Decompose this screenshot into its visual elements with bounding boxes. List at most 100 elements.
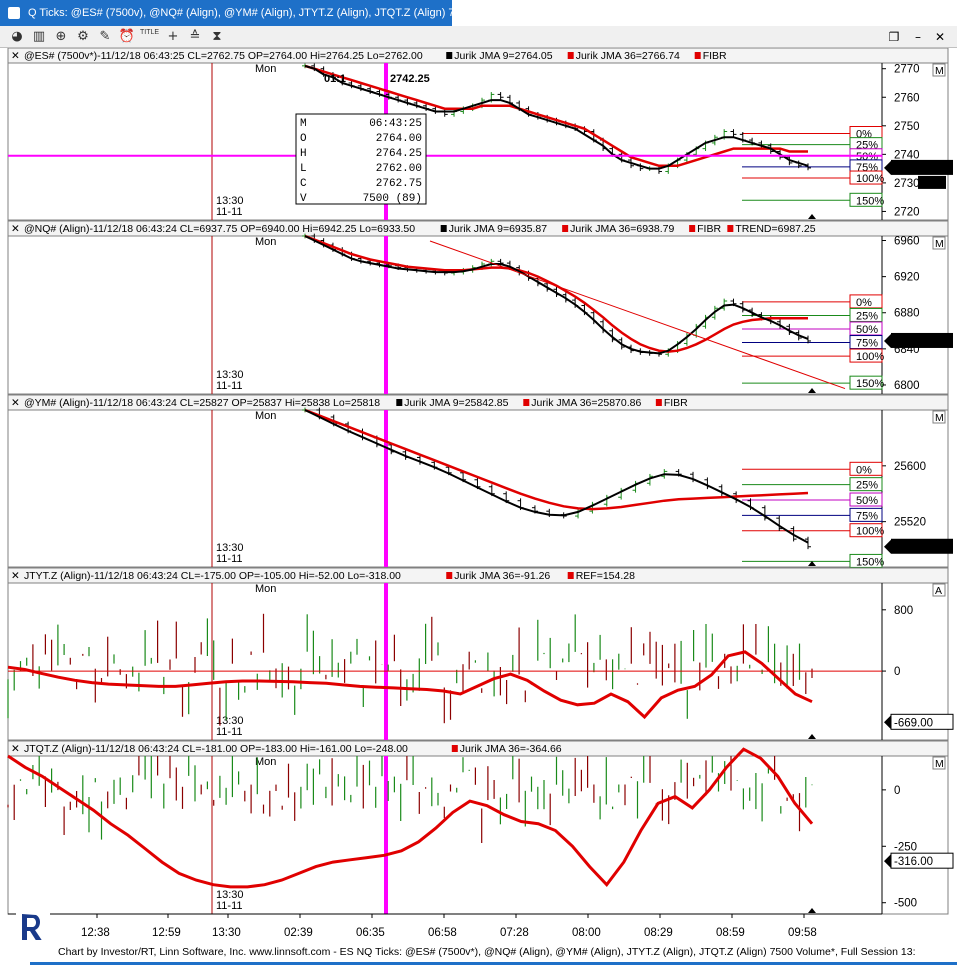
- panel-menu-label: M: [935, 412, 944, 424]
- last-value-label: 6848.75: [894, 336, 936, 348]
- chart-application: Q Ticks: @ES# (7500v), @NQ# (Align), @YM…: [0, 0, 957, 966]
- panel-menu-label: M: [935, 238, 944, 250]
- panel-menu-label: M: [935, 758, 944, 770]
- zoom-icon[interactable]: ⊕: [52, 28, 70, 46]
- panel-menu-label: A: [935, 585, 942, 597]
- x-tick-label: 12:38: [81, 927, 110, 939]
- panel-header-text-nq: @NQ# (Align)-11/12/18 06:43:24 CL=6937.7…: [24, 223, 415, 235]
- legend-entry: REF=154.28: [576, 570, 635, 582]
- legend-swatch: [396, 399, 403, 406]
- close-window-icon[interactable]: ✕: [932, 28, 948, 46]
- crosshair-icon[interactable]: +: [164, 28, 182, 46]
- legend-swatch: [655, 399, 662, 406]
- fib-level-label: 0%: [856, 297, 872, 309]
- legend-swatch: [446, 572, 453, 579]
- fib-level-label: 150%: [856, 378, 884, 390]
- legend-swatch: [440, 225, 447, 232]
- session-day-label: Mon: [255, 583, 276, 595]
- data-window-value: 7500 (89): [363, 193, 422, 205]
- window-title: Q Ticks: @ES# (7500v), @NQ# (Align), @YM…: [28, 7, 452, 19]
- x-tick-label: 02:39: [284, 927, 313, 939]
- session-date-label: 11-11: [216, 726, 243, 738]
- panel-header-text-jtyt: JTYT.Z (Align)-11/12/18 06:43:24 CL=-175…: [24, 570, 401, 582]
- legend-entry: Jurik JMA 36=2766.74: [576, 50, 680, 62]
- session-date-label: 11-11: [216, 206, 243, 218]
- panel-close-icon: ✕: [11, 743, 20, 755]
- gear-icon[interactable]: ⚙: [74, 28, 92, 46]
- data-window-value: 2764.00: [376, 133, 422, 145]
- fib-level-label: 25%: [856, 480, 878, 492]
- session-day-label: Mon: [255, 410, 276, 422]
- panel-frame-jtqt: [7, 740, 949, 915]
- fib-level-label: 0%: [856, 464, 872, 476]
- panel-header-text-ym: @YM# (Align)-11/12/18 06:43:24 CL=25827 …: [24, 397, 380, 409]
- legend-entry: Jurik JMA 9=6935.87: [449, 223, 548, 235]
- fib-level-label: 75%: [856, 510, 878, 522]
- data-window-value: 06:43:25: [369, 118, 422, 130]
- data-window-key: H: [300, 148, 307, 160]
- legend-entry: Jurik JMA 36=-91.26: [454, 570, 550, 582]
- chart-footer: Chart by Investor/RT, Linn Software, Inc…: [0, 940, 957, 966]
- x-tick-label: 08:59: [716, 927, 745, 939]
- x-tick-label: 06:35: [356, 927, 385, 939]
- fib-level-label: 100%: [856, 351, 884, 363]
- data-window-key: M: [300, 118, 307, 130]
- legend-entry: TREND=6987.25: [735, 223, 815, 235]
- annotation-value: 2742.25: [390, 73, 430, 85]
- panel-close-icon: ✕: [11, 50, 20, 62]
- session-day-label: Mon: [255, 63, 276, 75]
- minimize-window-icon[interactable]: –: [910, 28, 926, 46]
- legend-entry: Jurik JMA 9=2764.05: [454, 50, 553, 62]
- panel-frame-jtyt: [7, 567, 949, 741]
- fib-level-label: 150%: [856, 556, 884, 568]
- app-icon: [8, 7, 20, 19]
- y-tick-label: 6960: [894, 236, 920, 248]
- y-tick-label: 6800: [894, 380, 920, 392]
- last-value-label: -316.00: [894, 856, 933, 868]
- x-tick-label: 12:59: [152, 927, 181, 939]
- legend-entry: Jurik JMA 36=6938.79: [570, 223, 674, 235]
- legend-entry: Jurik JMA 36=25870.86: [531, 397, 641, 409]
- y-tick-label: 2720: [894, 206, 920, 218]
- fib-level-label: 50%: [856, 495, 878, 507]
- fib-level-label: 100%: [856, 526, 884, 538]
- y-tick-label: 2740: [894, 149, 920, 161]
- y-tick-label: 2730: [894, 178, 920, 190]
- window-titlebar: Q Ticks: @ES# (7500v), @NQ# (Align), @YM…: [0, 0, 452, 26]
- annotation-time: 01:1: [324, 73, 346, 85]
- legend-swatch: [562, 225, 569, 232]
- hourglass-icon[interactable]: ⧗: [208, 28, 226, 46]
- data-window-key: L: [300, 163, 307, 175]
- session-date-label: 11-11: [216, 380, 243, 392]
- legend-swatch: [567, 52, 574, 59]
- toolbar: ◕ ▥ ⊕ ⚙ ✎ ⏰ TITLE + ≙ ⧗ ❐ – ✕: [0, 26, 957, 48]
- title-icon[interactable]: TITLE: [140, 28, 159, 46]
- session-date-label: 11-11: [216, 900, 243, 912]
- compare-icon[interactable]: ≙: [186, 28, 204, 46]
- fib-level-label: 25%: [856, 310, 878, 322]
- panel-close-icon: ✕: [11, 397, 20, 409]
- alarm-icon[interactable]: ⏰: [118, 28, 136, 46]
- pie-chart-icon[interactable]: ◕: [8, 28, 26, 46]
- footer-credit: Chart by Investor/RT, Linn Software, Inc…: [58, 946, 916, 958]
- panel-header-text-es: @ES# (7500v*)-11/12/18 06:43:25 CL=2762.…: [24, 50, 423, 62]
- y-tick-label: 25520: [894, 517, 926, 529]
- panel-menu-label: M: [935, 65, 944, 77]
- panel-close-icon: ✕: [11, 223, 20, 235]
- y-tick-label: 800: [894, 605, 913, 617]
- footer-divider: [30, 962, 957, 965]
- bar-chart-icon[interactable]: ▥: [30, 28, 48, 46]
- y-tick-label: 0: [894, 785, 900, 797]
- draw-icon[interactable]: ✎: [96, 28, 114, 46]
- y-tick-label: 2760: [894, 92, 920, 104]
- legend-swatch: [451, 745, 458, 752]
- restore-window-icon[interactable]: ❐: [886, 28, 902, 46]
- data-window-value: 2762.00: [376, 163, 422, 175]
- legend-entry: FIBR: [697, 223, 721, 235]
- legend-entry: FIBR: [703, 50, 727, 62]
- x-tick-label: 06:58: [428, 927, 457, 939]
- data-window-key: V: [300, 193, 307, 205]
- fib-level-label: 50%: [856, 324, 878, 336]
- last-value-label: -669.00: [894, 717, 933, 729]
- chart-area[interactable]: ✕ @ES# (7500v*)-11/12/18 06:43:25 CL=2762…: [0, 48, 957, 940]
